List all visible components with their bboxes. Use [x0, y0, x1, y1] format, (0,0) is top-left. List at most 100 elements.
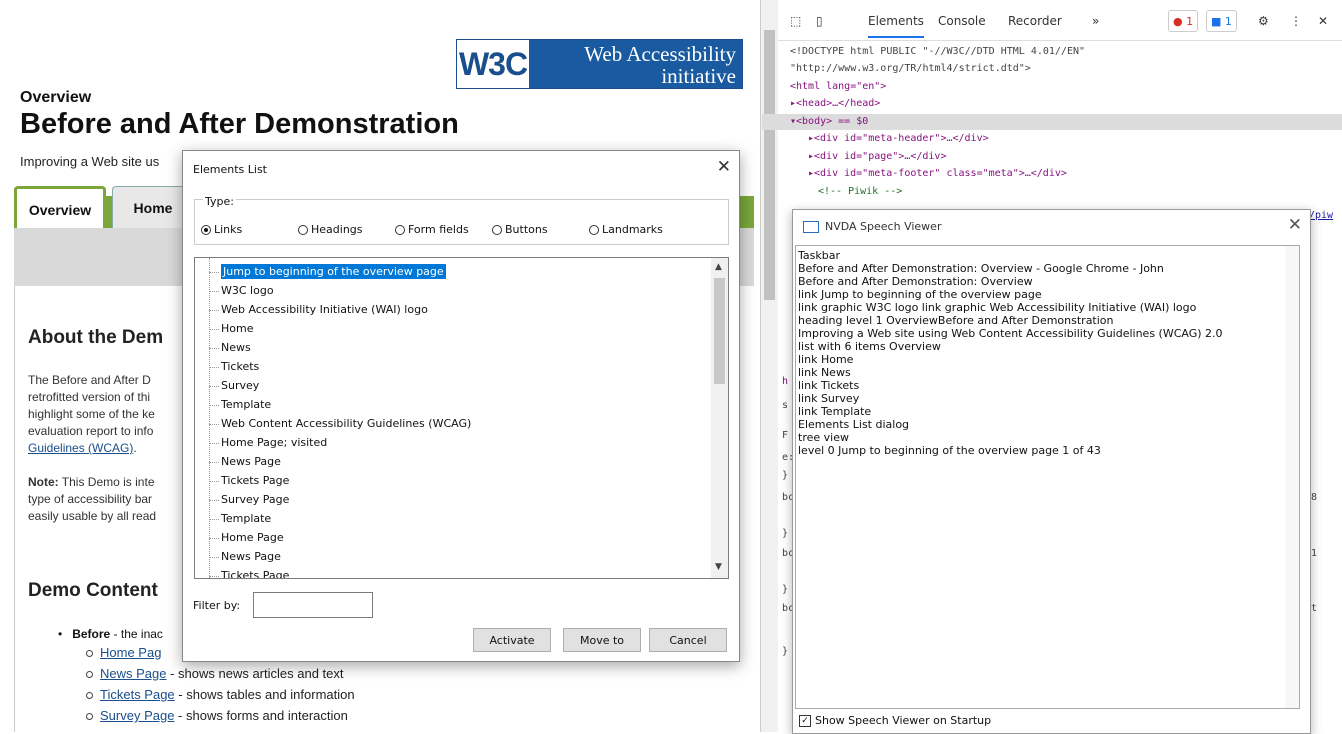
speech-line: Improving a Web site using Web Content A… [798, 327, 1223, 340]
tree-item[interactable]: Home Page [209, 528, 284, 547]
code-line[interactable]: ▸<div id="page">…</div> [808, 151, 946, 162]
wai-logo-line1: Web Accessibility [584, 42, 736, 66]
tree-item-label: Web Content Accessibility Guidelines (WC… [221, 417, 472, 430]
scrollbar-thumb[interactable] [714, 278, 725, 384]
speech-line: link Jump to beginning of the overview p… [798, 288, 1042, 301]
page-scrollbar[interactable] [761, 0, 778, 732]
close-icon[interactable]: ✕ [1318, 14, 1328, 28]
filter-label: Filter by: [193, 599, 241, 612]
close-icon[interactable]: ✕ [717, 157, 731, 177]
tree-item[interactable]: W3C logo [209, 281, 274, 300]
tree-item[interactable]: Template [209, 395, 271, 414]
elements-tree-view[interactable]: Jump to beginning of the overview page W… [194, 257, 729, 579]
about-line: The Before and After D [28, 373, 151, 387]
radio-form-fields[interactable]: Form fields [395, 223, 469, 236]
tree-item-label: Home Page; visited [221, 436, 328, 449]
tree-item[interactable]: News Page [209, 547, 281, 566]
wai-logo[interactable]: Web Accessibility initiative [529, 40, 742, 88]
speech-line: heading level 1 OverviewBefore and After… [798, 314, 1114, 327]
home-page-link[interactable]: Home Pag [100, 645, 161, 660]
tree-item[interactable]: Tickets Page [209, 471, 289, 490]
speech-log[interactable]: Taskbar Before and After Demonstration: … [795, 245, 1300, 709]
note-line: easily usable by all read [28, 509, 157, 523]
sub-item-text: - shows tables and information [174, 687, 355, 702]
note-line: type of accessibility bar [28, 492, 153, 506]
speech-line: Before and After Demonstration: Overview… [798, 262, 1164, 275]
survey-page-link[interactable]: Survey Page [100, 708, 174, 723]
tree-item[interactable]: Tickets [209, 357, 259, 376]
wcag-link[interactable]: Guidelines (WCAG) [28, 441, 133, 455]
startup-checkbox[interactable]: ✓ Show Speech Viewer on Startup [799, 714, 991, 727]
error-badge[interactable]: ● 1 [1168, 10, 1199, 32]
sub-item-text: - shows forms and interaction [174, 708, 348, 723]
radio-headings[interactable]: Headings [298, 223, 363, 236]
code-fragment: F [782, 430, 789, 441]
message-badge[interactable]: ■ 1 [1206, 10, 1237, 32]
code-line[interactable]: <!-- Piwik --> [818, 186, 902, 197]
code-fragment: } [782, 470, 789, 481]
tree-item[interactable]: Home [209, 319, 253, 338]
tree-item[interactable]: Template [209, 509, 271, 528]
code-fragment: /piw [1309, 210, 1334, 221]
filter-input[interactable] [253, 592, 373, 618]
tickets-page-link[interactable]: Tickets Page [100, 687, 175, 702]
note-bold: Note: [28, 475, 59, 489]
radio-label: Buttons [505, 223, 548, 236]
tab-console[interactable]: Console [938, 14, 986, 28]
kebab-menu-icon[interactable]: ⋮ [1290, 14, 1302, 28]
tree-item-label: News Page [221, 550, 281, 563]
about-paragraph: The Before and After D retrofitted versi… [28, 372, 155, 457]
tree-item-label: Survey [221, 379, 260, 392]
tree-item[interactable]: Home Page; visited [209, 433, 327, 452]
more-tabs-icon[interactable]: » [1092, 14, 1099, 28]
device-toggle-icon[interactable]: ▯ [816, 14, 823, 28]
scroll-up-icon[interactable]: ▲ [715, 262, 722, 272]
before-bold: Before [72, 627, 111, 641]
radio-checked-icon [201, 224, 211, 235]
close-icon[interactable]: ✕ [1288, 215, 1302, 235]
gear-icon[interactable]: ⚙ [1258, 14, 1269, 28]
tree-item[interactable]: Web Content Accessibility Guidelines (WC… [209, 414, 471, 433]
w3c-wai-logo[interactable]: W3C Web Accessibility initiative [456, 39, 743, 89]
tree-item[interactable]: Web Accessibility Initiative (WAI) logo [209, 300, 428, 319]
activate-button[interactable]: Activate [473, 628, 551, 652]
tree-item[interactable]: News Page [209, 452, 281, 471]
radio-buttons[interactable]: Buttons [492, 223, 548, 236]
tree-item[interactable]: News [209, 338, 251, 357]
cancel-button[interactable]: Cancel [649, 628, 727, 652]
inspect-icon[interactable]: ⬚ [790, 14, 801, 28]
scrollbar-thumb[interactable] [764, 30, 775, 300]
tree-item[interactable]: Jump to beginning of the overview page [209, 262, 446, 281]
speech-line: link News [798, 366, 851, 379]
code-line[interactable]: ▸<div id="meta-footer" class="meta">…</d… [808, 168, 1067, 179]
tree-scrollbar[interactable]: ▲ ▼ [711, 258, 728, 578]
code-fragment: 8 [1311, 492, 1318, 503]
scroll-down-icon[interactable]: ▼ [715, 562, 722, 572]
code-fragment: h [782, 376, 789, 387]
sub-item-text: - shows news articles and text [166, 666, 344, 681]
radio-landmarks[interactable]: Landmarks [589, 223, 663, 236]
radio-icon [492, 224, 502, 235]
code-line[interactable]: ▸<head>…</head> [790, 98, 880, 109]
tree-item[interactable]: Survey Page [209, 490, 289, 509]
checkbox-checked-icon[interactable]: ✓ [799, 714, 811, 727]
tree-item[interactable]: Tickets Page [209, 566, 289, 578]
code-line[interactable]: "http://www.w3.org/TR/html4/strict.dtd"> [790, 63, 1031, 74]
news-page-link[interactable]: News Page [100, 666, 166, 681]
tab-elements[interactable]: Elements [868, 14, 924, 38]
move-to-button[interactable]: Move to [563, 628, 641, 652]
tab-overview[interactable]: Overview [14, 186, 106, 231]
code-line[interactable]: ▸<div id="meta-header">…</div> [808, 133, 989, 144]
speech-log-scrollbar[interactable] [1285, 246, 1299, 708]
tree-item[interactable]: Survey [209, 376, 259, 395]
tab-recorder[interactable]: Recorder [1008, 14, 1062, 28]
w3c-logo[interactable]: W3C [457, 40, 529, 88]
code-line[interactable]: ▾<body> == $0 [790, 116, 868, 127]
code-line[interactable]: <!DOCTYPE html PUBLIC "-//W3C//DTD HTML … [790, 46, 1085, 57]
code-fragment: 1 [1311, 548, 1318, 559]
radio-links[interactable]: Links [201, 223, 242, 236]
page-title: Before and After Demonstration [20, 108, 459, 140]
radio-icon [395, 224, 405, 235]
code-fragment: } [782, 528, 789, 539]
code-line[interactable]: <html lang="en"> [790, 81, 886, 92]
